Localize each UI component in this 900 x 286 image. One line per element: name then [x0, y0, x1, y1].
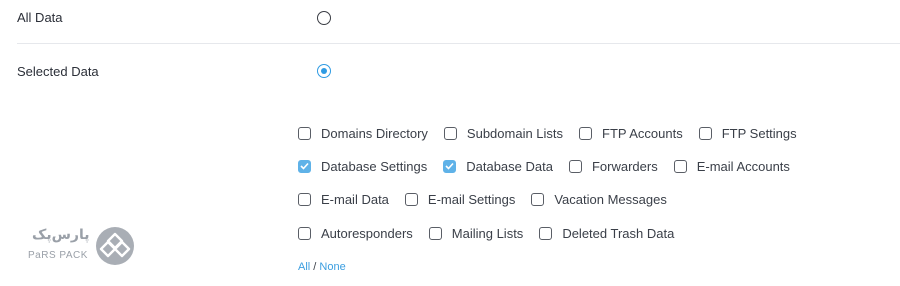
vacation-messages-checkbox[interactable]	[531, 192, 545, 206]
logo-text-fa: پارس‌پک	[32, 226, 90, 242]
forwarders-label: Forwarders	[591, 158, 658, 174]
selected-data-radio[interactable]	[317, 64, 331, 78]
item-email-accounts[interactable]: E-mail Accounts	[673, 158, 790, 174]
item-vacation-messages[interactable]: Vacation Messages	[531, 192, 667, 207]
domains-directory-checkbox[interactable]	[298, 126, 311, 140]
ftp-accounts-checkbox[interactable]	[579, 126, 593, 140]
ftp-settings-label: FTP Settings	[721, 125, 797, 141]
vacation-messages-label: Vacation Messages	[554, 191, 667, 207]
database-data-label: Database Data	[466, 158, 553, 174]
email-data-label: E-mail Data	[321, 191, 389, 207]
logo-text-en: PaRS PACK	[28, 250, 88, 261]
email-accounts-label: E-mail Accounts	[696, 158, 790, 174]
item-database-data[interactable]: Database Data	[443, 159, 553, 174]
email-accounts-checkbox[interactable]	[673, 159, 687, 173]
checkbox-row-4: Autoresponders Mailing Lists Deleted Tra…	[298, 224, 690, 242]
autoresponders-label: Autoresponders	[321, 225, 413, 241]
item-ftp-settings[interactable]: FTP Settings	[698, 125, 797, 141]
forwarders-checkbox[interactable]	[568, 159, 582, 173]
ftp-settings-checkbox[interactable]	[698, 126, 712, 140]
parspack-logo-icon	[96, 227, 134, 265]
parspack-logo: پارس‌پک PaRS PACK	[26, 226, 141, 270]
item-domains-directory[interactable]: Domains Directory	[298, 126, 428, 141]
item-deleted-trash-data[interactable]: Deleted Trash Data	[539, 226, 674, 241]
email-settings-checkbox[interactable]	[404, 192, 418, 206]
autoresponders-checkbox[interactable]	[298, 226, 311, 240]
item-subdomain-lists[interactable]: Subdomain Lists	[443, 125, 564, 141]
email-settings-label: E-mail Settings	[427, 191, 516, 207]
item-forwarders[interactable]: Forwarders	[568, 158, 658, 174]
select-none-link[interactable]: None	[319, 261, 345, 273]
all-data-radio[interactable]	[317, 11, 331, 25]
database-data-checkbox[interactable]	[443, 159, 457, 173]
checkbox-row-2: Database Settings Database Data Forwarde…	[298, 157, 806, 175]
mailing-lists-checkbox[interactable]	[428, 226, 442, 240]
database-settings-checkbox[interactable]	[298, 159, 311, 173]
email-data-checkbox[interactable]	[298, 192, 311, 206]
item-mailing-lists[interactable]: Mailing Lists	[428, 225, 524, 241]
item-autoresponders[interactable]: Autoresponders	[298, 226, 413, 241]
deleted-trash-data-checkbox[interactable]	[539, 226, 553, 240]
select-links: All / None	[298, 261, 346, 273]
subdomain-lists-label: Subdomain Lists	[466, 125, 564, 141]
selected-data-label: Selected Data	[17, 64, 99, 79]
deleted-trash-data-label: Deleted Trash Data	[562, 225, 675, 241]
item-ftp-accounts[interactable]: FTP Accounts	[579, 126, 683, 141]
item-database-settings[interactable]: Database Settings	[298, 159, 427, 174]
domains-directory-label: Domains Directory	[321, 125, 428, 141]
subdomain-lists-checkbox[interactable]	[443, 126, 457, 140]
divider	[17, 43, 900, 44]
item-email-data[interactable]: E-mail Data	[298, 192, 389, 207]
ftp-accounts-label: FTP Accounts	[602, 125, 683, 141]
checkbox-row-1: Domains Directory Subdomain Lists FTP Ac…	[298, 124, 813, 142]
mailing-lists-label: Mailing Lists	[451, 225, 524, 241]
checkbox-row-3: E-mail Data E-mail Settings Vacation Mes…	[298, 190, 683, 208]
database-settings-label: Database Settings	[321, 158, 428, 174]
select-all-link[interactable]: All	[298, 261, 310, 273]
links-separator: /	[313, 261, 317, 273]
item-email-settings[interactable]: E-mail Settings	[404, 191, 516, 207]
all-data-label: All Data	[17, 10, 63, 25]
